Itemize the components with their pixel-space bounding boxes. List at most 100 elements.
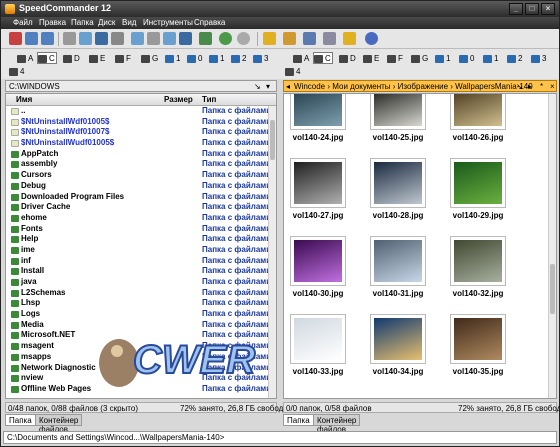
sort-icon[interactable] xyxy=(147,32,160,45)
star-icon[interactable]: * xyxy=(540,82,543,91)
drive-g[interactable]: G xyxy=(141,53,159,65)
drive-a[interactable]: A xyxy=(17,53,33,65)
thumbnail-item[interactable]: vol140-26.jpg xyxy=(446,94,508,152)
drive-net-2[interactable]: 2 xyxy=(231,53,249,65)
cut-icon[interactable] xyxy=(63,32,76,45)
tab-file-container[interactable]: Контейнер файлов xyxy=(313,414,361,434)
drive-4[interactable]: 4 xyxy=(9,66,27,78)
filter-icon[interactable] xyxy=(163,32,176,45)
drive-f-right[interactable]: F xyxy=(387,53,405,65)
options-icon[interactable] xyxy=(343,32,356,45)
tab-folder[interactable]: Папка xyxy=(5,414,36,426)
maximize-button[interactable]: □ xyxy=(525,3,539,15)
menu-folder[interactable]: Папка xyxy=(71,18,94,27)
thumbnail-item[interactable]: vol140-24.jpg xyxy=(286,94,348,152)
drive-g-right[interactable]: G xyxy=(411,53,429,65)
drive-net-2-right[interactable]: 2 xyxy=(507,53,525,65)
thumbnail-item[interactable]: vol140-30.jpg xyxy=(286,236,348,308)
compare-icon[interactable] xyxy=(179,32,192,45)
menu-disk[interactable]: Диск xyxy=(98,18,115,27)
thumbnail-item[interactable]: vol140-32.jpg xyxy=(446,236,508,308)
archive-icon[interactable] xyxy=(303,32,316,45)
drive-net-1[interactable]: 1 xyxy=(165,53,183,65)
drive-c[interactable]: C xyxy=(37,52,57,64)
menu-edit[interactable]: Правка xyxy=(39,18,66,27)
scroll-thumb[interactable] xyxy=(550,264,555,314)
right-thumbnail-view[interactable]: vol140-24.jpg vol140-25.jpg vol140-26.jpg v… xyxy=(283,93,557,399)
column-type[interactable]: Тип xyxy=(202,95,216,104)
drive-f[interactable]: F xyxy=(115,53,133,65)
tools-icon[interactable] xyxy=(323,32,336,45)
drive-c-right[interactable]: C xyxy=(313,52,333,64)
drive-net-0[interactable]: 0 xyxy=(187,53,205,65)
table-row[interactable]: java Папка с файлами xyxy=(6,277,271,288)
drive-a-right[interactable]: A xyxy=(293,53,309,65)
thumbnail-item[interactable]: vol140-28.jpg xyxy=(366,158,428,230)
list-icon[interactable] xyxy=(111,32,124,45)
close-button[interactable]: × xyxy=(541,3,555,15)
left-path-bar[interactable]: C:\WINDOWS ↘ ▾ xyxy=(5,80,277,92)
right-path-bar[interactable]: ◂ Wincode › Мои документы › Изображение … xyxy=(283,80,557,92)
table-row[interactable]: Cursors Папка с файлами xyxy=(6,170,271,181)
delete-icon[interactable] xyxy=(9,32,22,45)
drive-4-right[interactable]: 4 xyxy=(285,66,303,78)
command-line[interactable]: C:\Documents and Settings\Wincod...\Wall… xyxy=(3,431,557,444)
tab-file-container[interactable]: Контейнер файлов xyxy=(35,414,83,434)
table-row[interactable]: Driver Cache Папка с файлами xyxy=(6,202,271,213)
table-row[interactable]: $NtUninstallWudf01005$ Папка с файлами xyxy=(6,138,271,149)
table-row[interactable]: L2Schemas Папка с файлами xyxy=(6,288,271,299)
table-row[interactable]: Lhsp Папка с файлами xyxy=(6,298,271,309)
history-icon[interactable]: ↘ xyxy=(516,82,523,91)
table-row[interactable]: Logs Папка с файлами xyxy=(6,309,271,320)
drive-e-right[interactable]: E xyxy=(363,53,381,65)
menu-help[interactable]: Справка xyxy=(194,18,225,27)
drive-net-0-right[interactable]: 0 xyxy=(459,53,477,65)
history-icon[interactable]: ↘ xyxy=(254,82,261,91)
view-icon[interactable] xyxy=(79,32,92,45)
table-row[interactable]: ehome Папка с файлами xyxy=(6,213,271,224)
forward-icon[interactable] xyxy=(237,32,250,45)
thumbnail-item[interactable]: vol140-33.jpg xyxy=(286,314,348,386)
table-row[interactable]: .. Папка с файлами xyxy=(6,106,271,117)
menu-tools[interactable]: Инструменты xyxy=(143,18,193,27)
folder-icon[interactable] xyxy=(283,32,296,45)
minimize-button[interactable]: _ xyxy=(509,3,523,15)
menu-view[interactable]: Вид xyxy=(122,18,136,27)
help-icon[interactable] xyxy=(365,32,378,45)
drive-net-1b[interactable]: 1 xyxy=(209,53,227,65)
table-row[interactable]: AppPatch Папка с файлами xyxy=(6,149,271,160)
chevron-left-icon[interactable]: ◂ xyxy=(286,82,290,91)
table-row[interactable]: Fonts Папка с файлами xyxy=(6,224,271,235)
thumbnail-item[interactable]: vol140-29.jpg xyxy=(446,158,508,230)
right-scrollbar[interactable] xyxy=(548,94,556,398)
refresh-icon[interactable] xyxy=(199,32,212,45)
column-size[interactable]: Размер xyxy=(164,95,193,104)
menu-file[interactable]: Файл xyxy=(13,18,33,27)
thumbnail-item[interactable]: vol140-35.jpg xyxy=(446,314,508,386)
table-row[interactable]: Install Папка с файлами xyxy=(6,266,271,277)
drive-net-1-right[interactable]: 1 xyxy=(435,53,453,65)
drive-net-3-right[interactable]: 3 xyxy=(531,53,549,65)
drive-e[interactable]: E xyxy=(89,53,107,65)
thumbnail-item[interactable]: vol140-25.jpg xyxy=(366,94,428,152)
close-icon[interactable]: × xyxy=(550,82,555,91)
table-row[interactable]: $NtUninstallWdf01005$ Папка с файлами xyxy=(6,117,271,128)
column-name[interactable]: Имя xyxy=(16,95,32,104)
table-row[interactable]: Debug Папка с файлами xyxy=(6,181,271,192)
drive-d[interactable]: D xyxy=(63,53,81,65)
tab-folder[interactable]: Папка xyxy=(283,414,314,426)
chevron-right-icon[interactable]: ▸ xyxy=(528,82,532,91)
thumbnail-item[interactable]: vol140-31.jpg xyxy=(366,236,428,308)
table-row[interactable]: $NtUninstallWdf01007$ Папка с файлами xyxy=(6,127,271,138)
table-row[interactable]: Downloaded Program Files Папка с файлами xyxy=(6,192,271,203)
table-row[interactable]: Help Папка с файлами xyxy=(6,234,271,245)
copy-icon[interactable] xyxy=(25,32,38,45)
favorites-icon[interactable] xyxy=(263,32,276,45)
thumbnail-item[interactable]: vol140-34.jpg xyxy=(366,314,428,386)
drive-net-3[interactable]: 3 xyxy=(253,53,271,65)
table-row[interactable]: inf Папка с файлами xyxy=(6,256,271,267)
table-row[interactable]: ime Папка с файлами xyxy=(6,245,271,256)
drive-net-1b-right[interactable]: 1 xyxy=(483,53,501,65)
left-scrollbar[interactable] xyxy=(268,106,276,398)
table-row[interactable]: assembly Папка с файлами xyxy=(6,159,271,170)
